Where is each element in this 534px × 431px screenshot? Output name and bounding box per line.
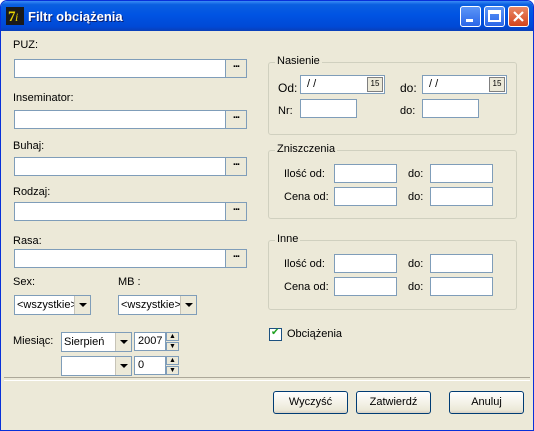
calendar-icon[interactable]: 15: [489, 77, 505, 92]
cancel-button[interactable]: Anuluj: [449, 391, 524, 414]
inne-ilosc-to-field[interactable]: [430, 254, 493, 273]
inne-cena-do-label: do:: [408, 281, 424, 293]
obciazenia-label[interactable]: Obciążenia: [287, 328, 342, 340]
calendar-icon[interactable]: 15: [367, 77, 383, 92]
buhaj-field[interactable]: [14, 157, 226, 176]
sex-select-value: <wszystkie>: [17, 299, 77, 311]
inne-cena-from-field[interactable]: [334, 277, 397, 296]
nasienie-od-label: Od:: [278, 81, 298, 95]
zniszczenia-ilosc-label: Ilość od:: [284, 168, 325, 180]
obciazenia-checkbox[interactable]: [269, 327, 282, 341]
month2-select[interactable]: [61, 356, 132, 376]
nasienie-date-from[interactable]: / / 15: [300, 75, 385, 94]
zniszczenia-ilosc-to-field[interactable]: [430, 164, 493, 183]
number-spinner[interactable]: ▲ ▼: [166, 356, 179, 375]
zniszczenia-cena-label: Cena od:: [284, 191, 329, 203]
nasienie-nr-to-field[interactable]: [422, 99, 479, 118]
month-select-value: Sierpień: [64, 336, 105, 348]
footer-separator: [4, 377, 530, 381]
inne-cena-to-field[interactable]: [430, 277, 493, 296]
puz-label: PUZ:: [13, 39, 39, 51]
nasienie-do-label: do:: [400, 81, 417, 95]
spin-up-icon[interactable]: ▲: [166, 332, 179, 341]
spin-down-icon[interactable]: ▼: [166, 366, 179, 375]
number-field[interactable]: 0: [134, 356, 166, 375]
inne-ilosc-from-field[interactable]: [334, 254, 397, 273]
maximize-button[interactable]: [484, 6, 505, 27]
maximize-icon: [488, 10, 501, 22]
rodzaj-label: Rodzaj:: [13, 186, 51, 198]
inne-group-title: Inne: [275, 233, 301, 245]
month-select[interactable]: Sierpień: [61, 332, 132, 352]
sex-label: Sex:: [13, 276, 36, 288]
zniszczenia-group: Zniszczenia Ilość od: do: Cena od: do:: [268, 143, 517, 219]
date-from-value: / /: [307, 78, 317, 90]
inne-group: Inne Ilość od: do: Cena od: do:: [268, 233, 517, 310]
close-icon: [513, 11, 524, 22]
rasa-field[interactable]: [14, 249, 226, 268]
zniszczenia-cena-do-label: do:: [408, 191, 424, 203]
nasienie-nr-label: Nr:: [278, 105, 293, 117]
inne-ilosc-label: Ilość od:: [284, 258, 325, 270]
mb-select[interactable]: <wszystkie>: [118, 295, 197, 315]
rasa-label: Rasa:: [13, 235, 42, 247]
sex-select[interactable]: <wszystkie>: [14, 295, 91, 315]
dialog-window: 7 i Filtr obciążenia PUZ: ... Inseminato…: [0, 0, 534, 431]
mb-label: MB :: [118, 276, 141, 288]
zniszczenia-cena-to-field[interactable]: [430, 187, 493, 206]
zniszczenia-ilosc-from-field[interactable]: [334, 164, 397, 183]
clear-button[interactable]: Wyczyść: [273, 391, 348, 414]
dialog-client-area: PUZ: ... Inseminator: ... Buhaj: ... Rod…: [4, 31, 530, 428]
chevron-down-icon[interactable]: [74, 296, 90, 314]
miesiac-label: Miesiąc:: [13, 335, 54, 347]
inne-ilosc-do-label: do:: [408, 258, 424, 270]
rasa-browse-button[interactable]: ...: [225, 249, 247, 268]
spin-down-icon[interactable]: ▼: [166, 342, 179, 351]
window-title: Filtr obciążenia: [28, 9, 123, 24]
spin-up-icon[interactable]: ▲: [166, 356, 179, 365]
buhaj-browse-button[interactable]: ...: [225, 157, 247, 176]
close-button[interactable]: [508, 6, 529, 27]
chevron-down-icon[interactable]: [115, 333, 131, 351]
buhaj-label: Buhaj:: [13, 140, 45, 152]
year-field[interactable]: 2007: [134, 332, 166, 351]
zniszczenia-ilosc-do-label: do:: [408, 168, 424, 180]
zniszczenia-cena-from-field[interactable]: [334, 187, 397, 206]
zniszczenia-group-title: Zniszczenia: [275, 143, 338, 155]
nasienie-group: Nasienie Od: / / 15 do: / / 15 Nr: do:: [268, 55, 517, 135]
number-value: 0: [138, 359, 145, 371]
inseminator-field[interactable]: [14, 110, 226, 129]
date-to-value: / /: [429, 78, 439, 90]
inseminator-browse-button[interactable]: ...: [225, 110, 247, 129]
app-icon: 7 i: [6, 7, 24, 25]
rodzaj-browse-button[interactable]: ...: [225, 202, 247, 221]
nasienie-group-title: Nasienie: [275, 55, 322, 67]
rodzaj-field[interactable]: [14, 202, 226, 221]
puz-field[interactable]: [14, 59, 226, 78]
inseminator-label: Inseminator:: [13, 92, 74, 104]
svg-text:i: i: [15, 10, 18, 24]
chevron-down-icon[interactable]: [180, 296, 196, 314]
nasienie-date-to[interactable]: / / 15: [422, 75, 507, 94]
confirm-button[interactable]: Zatwierdź: [356, 391, 431, 414]
minimize-button[interactable]: [460, 6, 481, 27]
inne-cena-label: Cena od:: [284, 281, 329, 293]
nasienie-nr-from-field[interactable]: [300, 99, 357, 118]
puz-browse-button[interactable]: ...: [225, 59, 247, 78]
nasienie-nr-do-label: do:: [400, 105, 416, 117]
year-value: 2007: [138, 335, 163, 347]
title-bar[interactable]: 7 i Filtr obciążenia: [1, 1, 533, 31]
chevron-down-icon[interactable]: [115, 357, 131, 375]
mb-select-value: <wszystkie>: [121, 299, 181, 311]
year-spinner[interactable]: ▲ ▼: [166, 332, 179, 351]
minimize-icon: [466, 19, 473, 22]
